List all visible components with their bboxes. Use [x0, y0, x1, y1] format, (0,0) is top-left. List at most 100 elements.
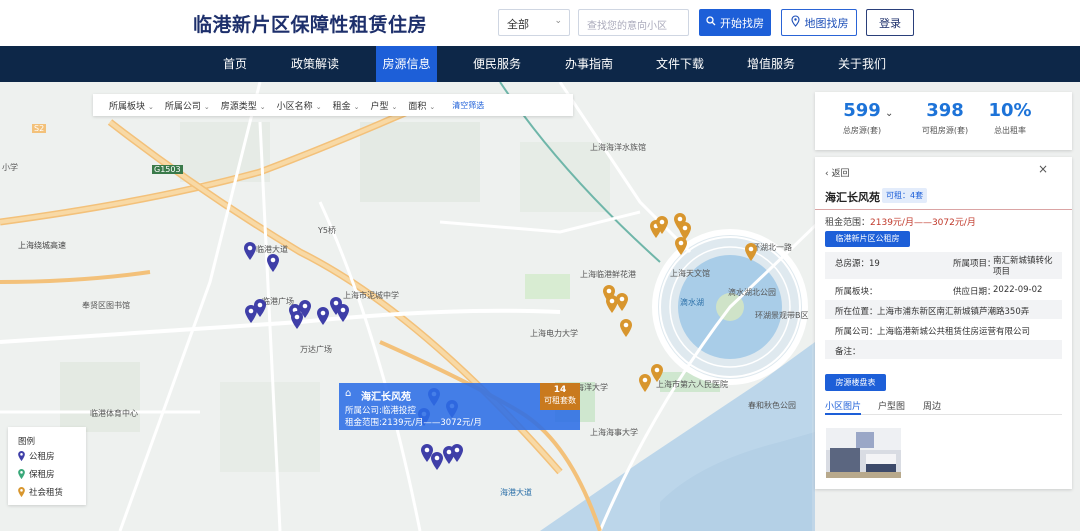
filter-label: 房源类型 [220, 101, 257, 112]
chevron-left-icon: ‹ [825, 169, 829, 179]
community-photo[interactable] [826, 428, 901, 478]
nav-housing[interactable]: 房源信息 [376, 46, 437, 82]
info-row: 所在位置： 上海市浦东新区南汇新城镇芦潮路350弄 [825, 300, 1062, 320]
filter-label: 面积 [408, 101, 427, 112]
clear-filters-link[interactable]: 清空筛选 [452, 100, 484, 111]
stat-value: 10% [988, 100, 1032, 121]
info-project-value: 南汇新城镇转化项目 [993, 256, 1053, 277]
map-pin-icon[interactable] [244, 242, 256, 260]
home-icon: ⌂ [345, 388, 352, 399]
nav-value-added[interactable]: 增值服务 [742, 46, 800, 82]
available-badge: 可租：4套 [882, 188, 928, 203]
community-detail-panel: ‹ 返回 × 海汇长风苑 可租：4套 租金范围：2139元/月——3072元/月… [815, 157, 1072, 489]
back-button[interactable]: ‹ 返回 [825, 166, 850, 179]
map-pin-icon[interactable] [431, 452, 443, 470]
stat-label: 可租房源(套) [921, 126, 969, 135]
map-info-popup[interactable]: ⌂ 海汇长风苑 所属公司:临港投控 租金范围:2139元/月——3072元/月 … [339, 383, 580, 430]
chevron-down-icon: ⌄ [554, 16, 562, 26]
popup-count-value: 14 [553, 385, 567, 395]
detail-tabs: 小区图片 户型图 周边 [825, 399, 1062, 415]
stat-rate: 10% 总出租率 [975, 100, 1045, 136]
filter-rent[interactable]: 租金 ⌄ [333, 99, 360, 112]
site-title[interactable]: 临港新片区保障性租赁住房 [193, 10, 427, 37]
map-pin-icon[interactable] [337, 304, 349, 322]
search-icon [706, 16, 716, 29]
info-company-label: 所属公司： [835, 327, 878, 337]
nav-downloads[interactable]: 文件下载 [651, 46, 709, 82]
chevron-down-icon: ⌄ [391, 102, 398, 111]
filter-label: 小区名称 [276, 101, 313, 112]
filter-layout[interactable]: 户型 ⌄ [370, 99, 397, 112]
search-input[interactable]: 查找您的意向小区 [578, 9, 689, 36]
info-location-label: 所在位置： [835, 307, 878, 317]
tab-photos[interactable]: 小区图片 [825, 399, 862, 415]
filter-company[interactable]: 所属公司 ⌄ [165, 99, 210, 112]
chevron-down-icon: ⌄ [429, 102, 436, 111]
back-label: 返回 [831, 169, 850, 179]
map-pin-icon[interactable] [291, 311, 303, 329]
nav-policy[interactable]: 政策解读 [286, 46, 344, 82]
chevron-down-icon: ⌄ [259, 102, 266, 111]
nav-about[interactable]: 关于我们 [833, 46, 891, 82]
legend-item: 社会租赁 [18, 486, 63, 498]
filter-block[interactable]: 所属板块 ⌄ [109, 99, 154, 112]
map-search-label: 地图找房 [804, 16, 849, 30]
login-button[interactable]: 登录 [866, 9, 914, 36]
map-pin-icon[interactable] [651, 364, 663, 382]
map-pin-icon[interactable] [451, 444, 463, 462]
chevron-down-icon: ⌄ [203, 102, 210, 111]
info-supply-label: 供应日期： [953, 287, 996, 297]
tab-surroundings[interactable]: 周边 [923, 399, 941, 415]
close-icon[interactable]: × [1038, 162, 1048, 176]
nav-guide[interactable]: 办事指南 [560, 46, 618, 82]
search-button-label: 开始找房 [720, 16, 764, 30]
detail-info-table: 总房源：19 所属项目： 南汇新城镇转化项目 所属板块： 供应日期： 2022-… [825, 252, 1062, 360]
search-button[interactable]: 开始找房 [699, 9, 771, 36]
chevron-down-icon[interactable]: ⌄ [885, 108, 893, 119]
filter-type[interactable]: 房源类型 ⌄ [221, 99, 266, 112]
legend-item: 保租房 [18, 468, 55, 480]
info-block-label: 所属板块： [835, 287, 878, 297]
filter-label: 所属板块 [109, 101, 146, 112]
legend-label: 公租房 [29, 452, 55, 462]
map-pin-icon[interactable] [267, 254, 279, 272]
rent-range: 租金范围：2139元/月——3072元/月 [825, 215, 976, 228]
info-project-label: 所属项目： [953, 259, 996, 269]
map-pin-icon[interactable] [675, 237, 687, 255]
popup-count-label: 可租套数 [544, 396, 576, 405]
map-pin-icon[interactable] [317, 307, 329, 325]
filter-community[interactable]: 小区名称 ⌄ [277, 99, 322, 112]
map-pin-icon[interactable] [620, 319, 632, 337]
nav-home[interactable]: 首页 [210, 46, 260, 82]
main-nav: 首页 政策解读 房源信息 便民服务 办事指南 文件下载 增值服务 关于我们 [0, 46, 1080, 82]
map-pin-icon [18, 451, 25, 461]
filter-bar: 所属板块 ⌄ 所属公司 ⌄ 房源类型 ⌄ 小区名称 ⌄ 租金 ⌄ 户型 ⌄ 面积 ⌄ 清空筛选 [93, 94, 573, 116]
chevron-down-icon: ⌄ [315, 102, 322, 111]
info-row: 备注： [825, 340, 1062, 360]
rent-value: 2139元/月——3072元/月 [870, 218, 976, 228]
divider [815, 209, 1072, 210]
housing-type-tag: 临港新片区公租房 [825, 231, 910, 247]
map-pin-icon[interactable] [616, 293, 628, 311]
unit-list-button[interactable]: 房源楼盘表 [825, 374, 886, 391]
district-select-value: 全部 [507, 18, 529, 31]
popup-available-count: 14 可租套数 [540, 383, 580, 410]
info-row: 所属公司： 上海临港新城公共租赁住房运营有限公司 [825, 320, 1062, 340]
filter-area[interactable]: 面积 ⌄ [408, 99, 435, 112]
map-search-button[interactable]: 地图找房 [781, 9, 857, 36]
stat-label: 总房源(套) [842, 126, 882, 135]
stats-panel: 599 ⌄ 总房源(套) 398 可租房源(套) 10% 总出租率 [815, 92, 1072, 150]
tab-floor-plan[interactable]: 户型图 [878, 399, 905, 415]
legend-item: 公租房 [18, 450, 55, 462]
popup-rent: 租金范围:2139元/月——3072元/月 [345, 418, 482, 428]
filter-label: 租金 [332, 101, 351, 112]
map-legend: 图例 公租房 保租房 社会租赁 [8, 427, 86, 505]
map-pin-icon [790, 15, 801, 30]
legend-title: 图例 [18, 437, 36, 447]
map-pin-icon[interactable] [639, 374, 651, 392]
rent-label: 租金范围： [825, 218, 871, 228]
map-pin-icon[interactable] [745, 243, 757, 261]
info-total: 总房源：19 [835, 259, 880, 269]
nav-services[interactable]: 便民服务 [468, 46, 526, 82]
district-select[interactable]: 全部 ⌄ [498, 9, 570, 36]
